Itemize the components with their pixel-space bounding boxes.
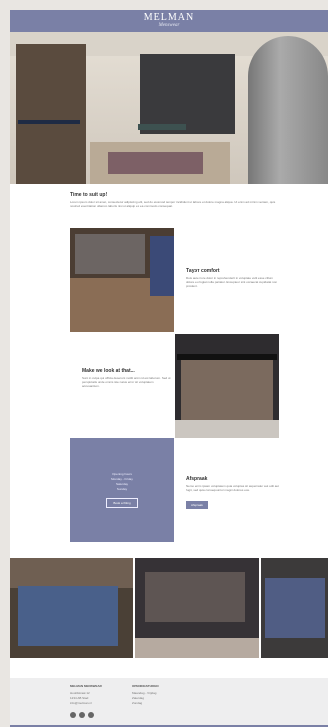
site-header: MELMAN Menswear <box>10 10 328 32</box>
hero-rack <box>18 120 80 124</box>
logo-main[interactable]: MELMAN <box>144 13 194 23</box>
store-photo-3 <box>175 334 279 438</box>
footer-col2-line-1: Maandag - Vrijdag <box>132 691 157 695</box>
photo3-floor <box>175 420 279 438</box>
photo2-suit <box>150 236 174 296</box>
photo2-shelf <box>75 234 145 274</box>
footer-col1-line-1: Hoofdstraat 12 <box>70 691 90 695</box>
photo3-clothes <box>181 360 273 420</box>
gallery-image-3 <box>261 558 328 658</box>
gallery-image-1 <box>10 558 133 658</box>
section-title-3: Make we look at that... <box>82 368 135 374</box>
hero-shelf-center <box>140 54 235 134</box>
gallery2-floor <box>135 638 259 658</box>
site-footer <box>10 678 328 727</box>
section-title-1: Time to suit up! <box>70 192 108 198</box>
info-block: Opening hours Monday - Friday Saturday S… <box>70 438 174 542</box>
footer-col2-line-3: Zondag <box>132 701 143 705</box>
footer-col1-line-2: 1234 AB Stad <box>70 696 89 700</box>
gallery-image-2 <box>135 558 259 658</box>
store-photo-2 <box>70 228 174 332</box>
section-text-4: Nemo enim ipsam voluptatem quia voluptas… <box>186 484 279 492</box>
section-text-1: Lorem ipsum dolor sit amet, consectetur … <box>70 200 276 208</box>
hero-table <box>138 124 186 130</box>
instagram-icon[interactable] <box>79 712 85 718</box>
hero-image <box>10 32 328 184</box>
linkedin-icon[interactable] <box>88 712 94 718</box>
hero-shelf-left <box>16 44 86 184</box>
book-fitting-button[interactable]: Book a fitting <box>106 498 138 508</box>
gallery1-shirts <box>18 586 118 646</box>
section-text-3: Sunt in culpa qui officia deserunt molli… <box>82 376 171 388</box>
footer-col1-title: MELMAN MENSWEAR <box>70 684 102 688</box>
gallery2-racks <box>145 572 245 622</box>
footer-col1-line-3[interactable]: info@melman.nl <box>70 701 92 705</box>
hero-rug <box>108 152 203 174</box>
info-line-4: Sunday <box>116 487 128 491</box>
section-text-2: Duis aute irure dolor in reprehenderit i… <box>186 276 278 288</box>
page: MELMAN Menswear Time to suit up! Lorem i… <box>10 10 328 727</box>
gallery1-shelf <box>10 558 133 588</box>
section-title-4: Afspraak <box>186 476 208 482</box>
facebook-icon[interactable] <box>70 712 76 718</box>
logo-sub: Menswear <box>158 23 180 28</box>
footer-col2-title: OPENINGSTIJDEN <box>132 684 159 688</box>
appointment-button[interactable]: Afspraak <box>186 501 208 509</box>
footer-col2-line-2: Zaterdag <box>132 696 145 700</box>
gallery3-suits <box>265 578 325 638</box>
hero-mannequin <box>248 36 328 184</box>
section-title-2: Тауэт comfort <box>186 268 220 274</box>
